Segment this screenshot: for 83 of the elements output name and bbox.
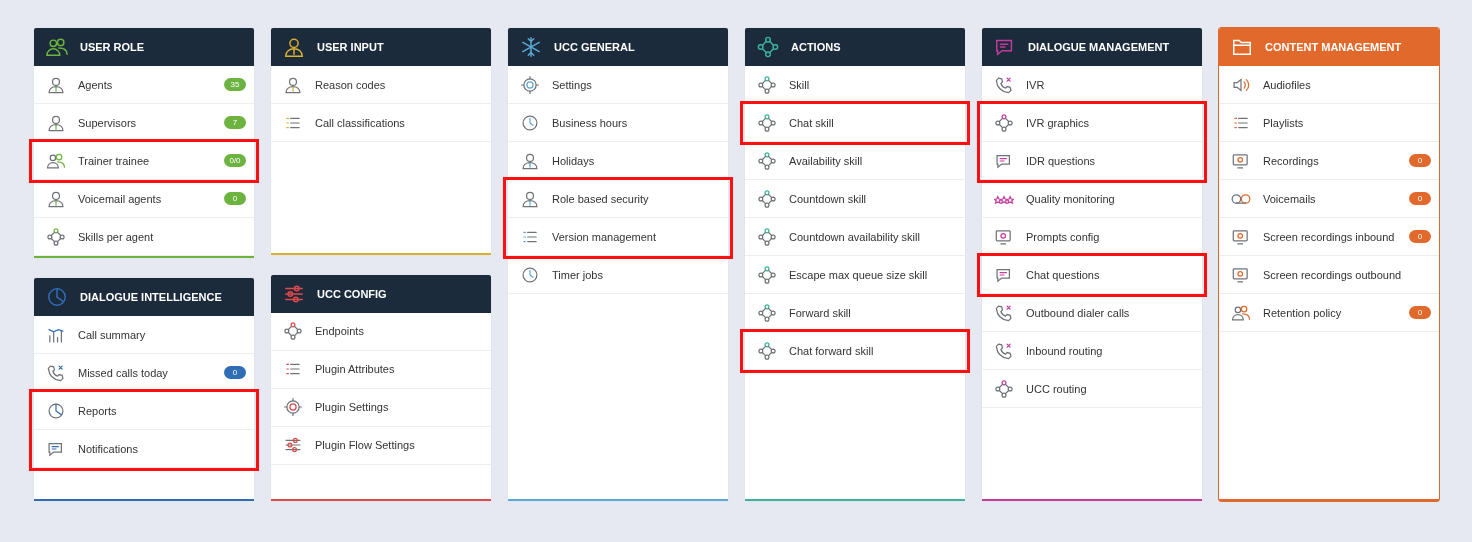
menu-item[interactable]: IVR graphics (982, 104, 1202, 142)
count-badge: 7 (224, 116, 246, 129)
menu-item[interactable]: Countdown skill (745, 180, 965, 218)
nodes-icon (283, 321, 303, 341)
count-badge: 0 (1409, 230, 1431, 243)
card-title: CONTENT MANAGEMENT (1265, 41, 1402, 53)
menu-item[interactable]: Voicemail agents 0 (34, 180, 254, 218)
count-badge: 0/0 (224, 154, 246, 167)
phone-icon (46, 362, 66, 383)
nodes-icon (757, 340, 777, 361)
count-badge: 0 (1409, 306, 1431, 319)
menu-item[interactable]: Retention policy 0 (1219, 294, 1439, 332)
menu-item[interactable]: Chat skill (745, 104, 965, 142)
menu-item[interactable]: Version management (508, 218, 728, 256)
menu-item[interactable]: Call classifications (271, 104, 491, 142)
menu-item[interactable]: Plugin Attributes (271, 350, 491, 389)
snowflake-icon (520, 36, 542, 58)
menu-item[interactable]: Inbound routing (982, 332, 1202, 370)
card-title: UCC GENERAL (554, 41, 635, 53)
menu-item[interactable]: Quality monitoring (982, 180, 1202, 218)
menu-item[interactable]: IVR (982, 66, 1202, 104)
menu-item[interactable]: Reason codes (271, 66, 491, 104)
count-badge: 0 (224, 192, 246, 205)
phone-icon (994, 74, 1014, 95)
nodes-icon (46, 226, 66, 247)
menu-item[interactable]: Screen recordings inbound 0 (1219, 218, 1439, 256)
sliders-icon (283, 435, 303, 455)
phone-icon (994, 340, 1014, 361)
menu-item[interactable]: Trainer trainee 0/0 (34, 142, 254, 180)
menu-item[interactable]: Playlists (1219, 104, 1439, 142)
menu-item[interactable]: Notifications (34, 430, 254, 468)
card-title: DIALOGUE INTELLIGENCE (80, 291, 222, 303)
count-badge: 0 (1409, 154, 1431, 167)
menu-item[interactable]: UCC routing (982, 370, 1202, 408)
menu-item[interactable]: IDR questions (982, 142, 1202, 180)
menu-item[interactable]: Chat forward skill (745, 332, 965, 370)
menu-item[interactable]: Chat questions (982, 256, 1202, 294)
pie-icon (46, 286, 68, 308)
card-title: USER ROLE (80, 41, 145, 53)
menu-item[interactable]: Screen recordings outbound (1219, 256, 1439, 294)
people-icon (46, 36, 68, 58)
menu-item[interactable]: Skill (745, 66, 965, 104)
menu-item[interactable]: Reports (34, 392, 254, 430)
nodes-icon (757, 264, 777, 285)
count-badge: 0 (224, 366, 246, 379)
nodes-icon (757, 188, 777, 209)
phone-icon (994, 302, 1014, 323)
menu-item[interactable]: Audiofiles (1219, 66, 1439, 104)
menu-item[interactable]: Recordings 0 (1219, 142, 1439, 180)
menu-item[interactable]: Endpoints (271, 312, 491, 351)
menu-item[interactable]: Plugin Flow Settings (271, 426, 491, 465)
nodes-icon (757, 150, 777, 171)
nodes-icon (757, 302, 777, 323)
nodes-icon (757, 74, 777, 95)
menu-item[interactable]: Prompts config (982, 218, 1202, 256)
menu-item[interactable]: Forward skill (745, 294, 965, 332)
menu-item[interactable]: Settings (508, 66, 728, 104)
menu-item[interactable]: Escape max queue size skill (745, 256, 965, 294)
menu-item[interactable]: Agents 35 (34, 66, 254, 104)
person-icon (283, 36, 305, 58)
nodes-icon (757, 112, 777, 133)
card-title: USER INPUT (317, 41, 384, 53)
menu-item[interactable]: Call summary (34, 316, 254, 354)
nodes-icon (994, 378, 1014, 399)
menu-item[interactable]: Holidays (508, 142, 728, 180)
menu-item[interactable]: Voicemails 0 (1219, 180, 1439, 218)
count-badge: 0 (1409, 192, 1431, 205)
card-title: ACTIONS (791, 41, 841, 53)
menu-item[interactable]: Business hours (508, 104, 728, 142)
menu-item[interactable]: Missed calls today 0 (34, 354, 254, 392)
card-title: DIALOGUE MANAGEMENT (1028, 41, 1170, 53)
menu-item[interactable]: Availability skill (745, 142, 965, 180)
menu-item[interactable]: Countdown availability skill (745, 218, 965, 256)
nodes-icon (994, 112, 1014, 133)
nodes-icon (757, 36, 779, 58)
card-title: UCC CONFIG (317, 287, 387, 300)
menu-item[interactable]: Supervisors 7 (34, 104, 254, 142)
menu-item[interactable]: Timer jobs (508, 256, 728, 294)
menu-item[interactable]: Plugin Settings (271, 388, 491, 427)
nodes-icon (757, 226, 777, 247)
menu-item[interactable]: Outbound dialer calls (982, 294, 1202, 332)
menu-item[interactable]: Role based security (508, 180, 728, 218)
count-badge: 35 (224, 78, 246, 91)
